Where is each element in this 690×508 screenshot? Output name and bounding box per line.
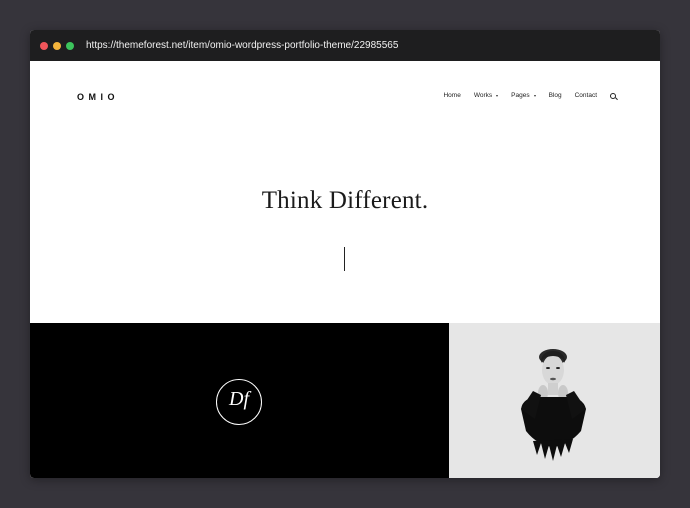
nav-item-pages[interactable]: Pages xyxy=(511,92,536,99)
caret-down-icon xyxy=(533,94,536,97)
search-icon[interactable] xyxy=(610,92,616,99)
browser-window: https://themeforest.net/item/omio-wordpr… xyxy=(30,30,660,478)
nav-item-home[interactable]: Home xyxy=(443,92,460,99)
hero-title: Think Different. xyxy=(261,187,429,214)
nav-item-label: Works xyxy=(473,92,493,99)
nav-item-label: Contact xyxy=(574,92,597,99)
web-page: OMIO Home Works Pages Blog Contact Think… xyxy=(30,61,660,478)
browser-titlebar: https://themeforest.net/item/omio-wordpr… xyxy=(30,30,660,61)
nav-item-contact[interactable]: Contact xyxy=(575,92,597,99)
site-logo[interactable]: OMIO xyxy=(77,92,119,102)
address-bar-url[interactable]: https://themeforest.net/item/omio-wordpr… xyxy=(86,39,398,52)
main-nav: Home Works Pages Blog Contact xyxy=(443,92,616,99)
nav-item-blog[interactable]: Blog xyxy=(549,92,562,99)
nav-item-label: Blog xyxy=(548,92,562,99)
portfolio-item-df[interactable]: Df xyxy=(30,323,449,478)
minimize-window-button[interactable] xyxy=(53,42,61,50)
scroll-indicator xyxy=(344,247,345,271)
nav-item-label: Home xyxy=(443,92,461,99)
portfolio-item-portrait[interactable] xyxy=(449,323,660,478)
nav-item-works[interactable]: Works xyxy=(473,92,499,99)
caret-down-icon xyxy=(496,94,499,97)
df-monogram-logo: Df xyxy=(216,379,262,425)
maximize-window-button[interactable] xyxy=(66,42,74,50)
woman-portrait-image xyxy=(521,349,586,461)
nav-item-label: Pages xyxy=(511,92,530,99)
close-window-button[interactable] xyxy=(40,42,48,50)
